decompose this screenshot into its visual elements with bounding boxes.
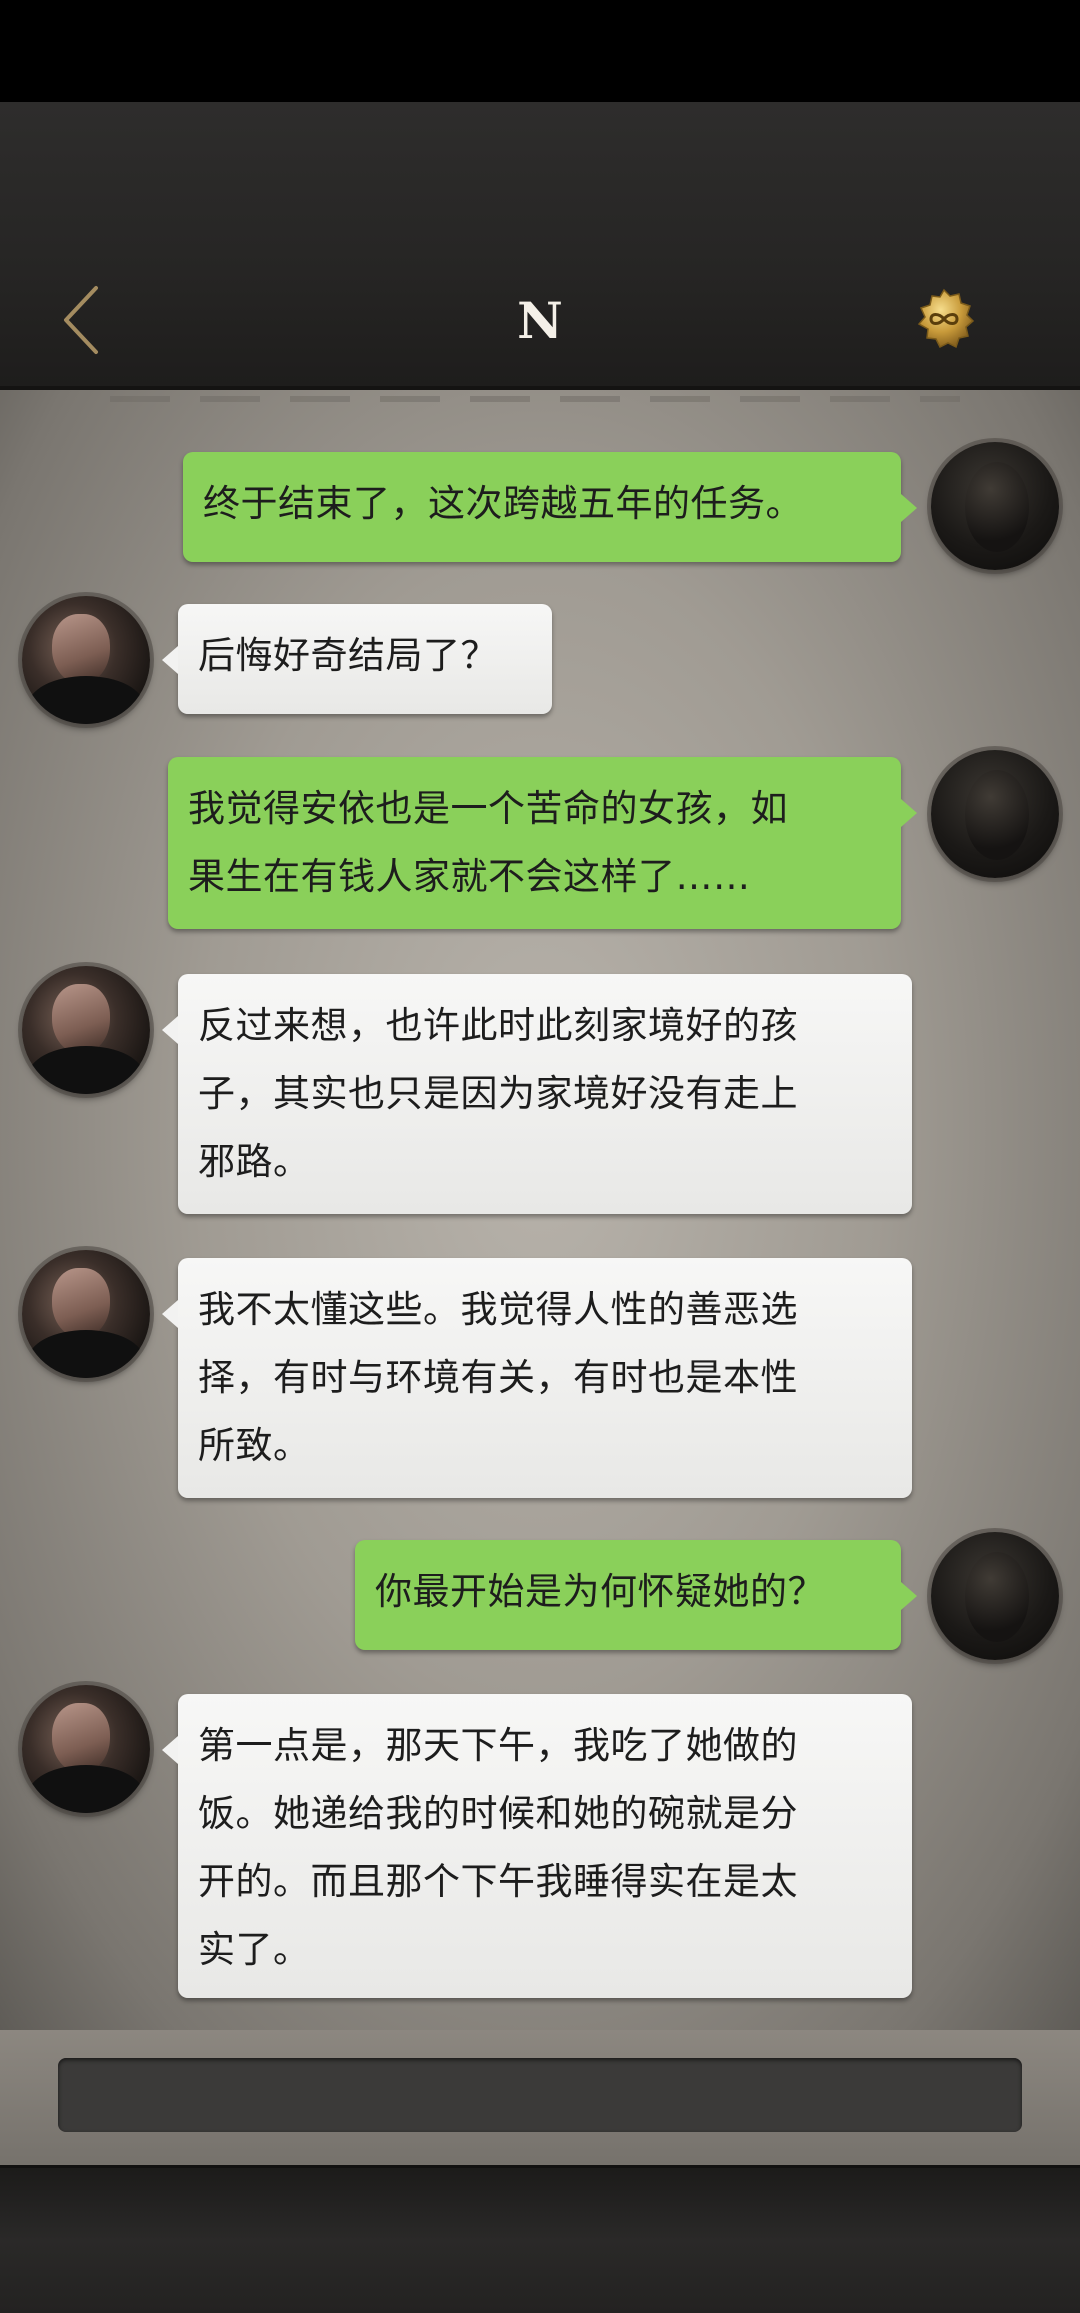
message-bubble-sent[interactable]: 我觉得安依也是一个苦命的女孩，如 果生在有钱人家就不会这样了……	[168, 757, 917, 929]
message-text: 你最开始是为何怀疑她的？	[375, 1570, 825, 1613]
message-line: 我觉得安依也是一个苦命的女孩，如	[188, 787, 788, 830]
avatar-face	[52, 984, 110, 1054]
footer-bar	[0, 2165, 1080, 2313]
message-line: 择，有时与环境有关，有时也是本性	[198, 1356, 798, 1399]
avatar-shirt	[28, 1046, 144, 1094]
avatar-self[interactable]	[931, 750, 1059, 878]
message-line: 饭。她递给我的时候和她的碗就是分	[198, 1792, 798, 1835]
avatar-shirt	[28, 1765, 144, 1813]
message-text: 终于结束了，这次跨越五年的任务。	[203, 482, 803, 525]
avatar-image	[965, 462, 1029, 552]
avatar-self[interactable]	[931, 1532, 1059, 1660]
avatar-shirt	[28, 1330, 144, 1378]
message-line: 第一点是，那天下午，我吃了她做的	[198, 1724, 798, 1767]
avatar-image	[965, 1552, 1029, 1642]
message-line: 开的。而且那个下午我睡得实在是太	[198, 1860, 798, 1903]
message-line: 我不太懂这些。我觉得人性的善恶选	[198, 1288, 798, 1331]
avatar-contact[interactable]	[22, 596, 150, 724]
message-text: 后悔好奇结局了？	[198, 634, 498, 677]
message-line: 子，其实也只是因为家境好没有走上	[198, 1072, 798, 1115]
avatar-self[interactable]	[931, 442, 1059, 570]
avatar-contact[interactable]	[22, 966, 150, 1094]
back-button[interactable]	[44, 270, 124, 370]
message-bubble-sent[interactable]: 终于结束了，这次跨越五年的任务。	[183, 452, 917, 562]
header-divider	[110, 396, 960, 402]
message-bubble-received[interactable]: 后悔好奇结局了？	[162, 604, 552, 714]
avatar-shirt	[28, 676, 144, 724]
status-bar	[0, 0, 1080, 102]
message-line: 反过来想，也许此时此刻家境好的孩	[198, 1004, 798, 1047]
message-bubble-sent[interactable]: 你最开始是为何怀疑她的？	[355, 1540, 917, 1650]
avatar-face	[52, 1703, 110, 1773]
coin-button[interactable]	[913, 288, 975, 350]
message-bubble-received[interactable]: 我不太懂这些。我觉得人性的善恶选 择，有时与环境有关，有时也是本性 所致。	[162, 1258, 912, 1498]
avatar-image	[965, 770, 1029, 860]
page-title: N	[517, 291, 563, 350]
message-bubble-received[interactable]: 反过来想，也许此时此刻家境好的孩 子，其实也只是因为家境好没有走上 邪路。	[162, 974, 912, 1214]
message-line: 实了。	[198, 1928, 311, 1971]
infinity-coin-icon	[917, 288, 975, 349]
avatar-face	[52, 1268, 110, 1338]
chat-area[interactable]: 终于结束了，这次跨越五年的任务。 后悔好奇结局了？ 我觉得安依也是一个苦命的女孩…	[0, 390, 1080, 2030]
message-line: 果生在有钱人家就不会这样了……	[188, 855, 751, 898]
avatar-contact[interactable]	[22, 1685, 150, 1813]
message-bubble-received[interactable]: 第一点是，那天下午，我吃了她做的 饭。她递给我的时候和她的碗就是分 开的。而且那…	[162, 1694, 912, 1998]
chevron-left-icon	[64, 286, 98, 354]
message-line: 邪路。	[198, 1140, 311, 1183]
message-input[interactable]	[58, 2058, 1022, 2132]
message-line: 所致。	[198, 1424, 311, 1467]
avatar-face	[52, 614, 110, 684]
avatar-contact[interactable]	[22, 1250, 150, 1378]
